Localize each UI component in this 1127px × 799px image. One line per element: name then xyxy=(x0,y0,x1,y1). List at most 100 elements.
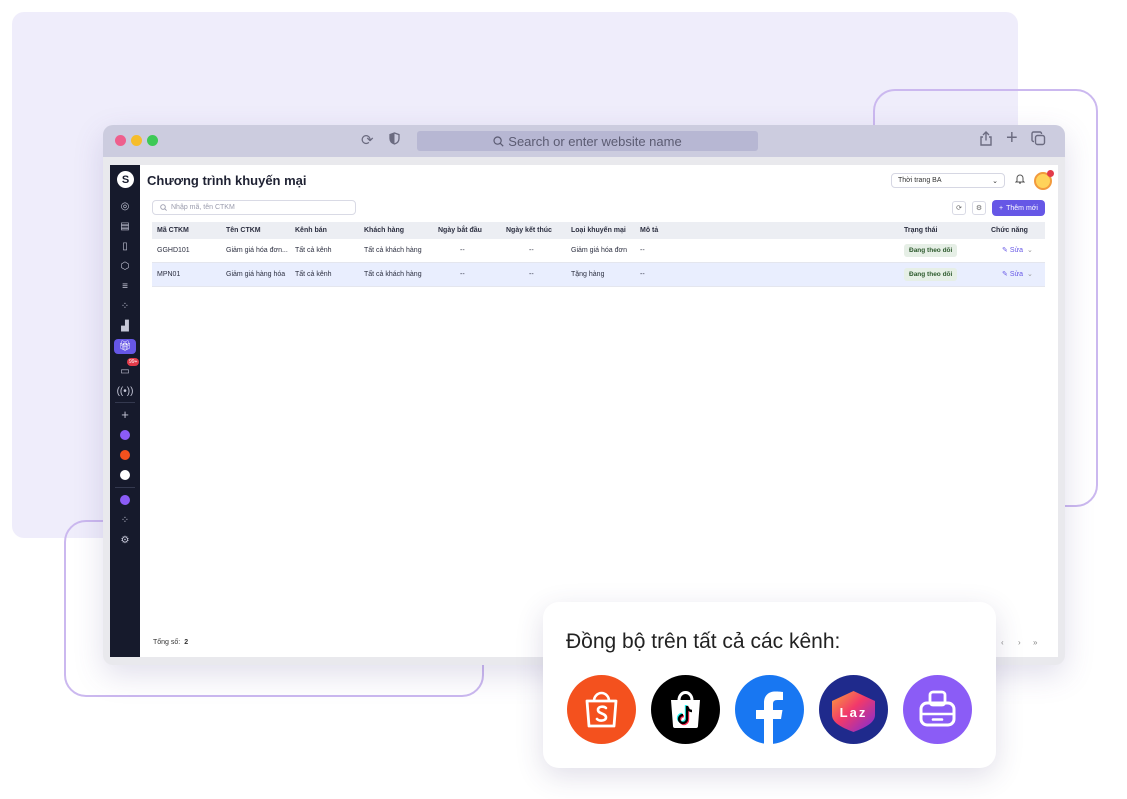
browser-window: ⟳ Search or enter website name + S ◎ ▤ ▯… xyxy=(103,125,1065,665)
gear-icon: ⚙ xyxy=(975,205,983,212)
column-header: Loại khuyến mại xyxy=(571,227,626,234)
refresh-button[interactable]: ⟳ xyxy=(952,201,966,215)
store-select-value: Thời trang BA xyxy=(898,177,942,184)
cell-start-date: -- xyxy=(460,247,465,254)
browser-titlebar: ⟳ Search or enter website name + xyxy=(103,125,1065,157)
total-count: Tổng số: 2 xyxy=(153,639,188,646)
cell-customer: Tất cả khách hàng xyxy=(364,247,422,254)
prev-page-button[interactable]: ‹ xyxy=(1001,638,1004,647)
column-header: Ngày kết thúc xyxy=(506,227,552,234)
sidebar-divider xyxy=(115,487,135,488)
apps-icon[interactable]: ⁘ xyxy=(110,511,140,529)
settings-button[interactable]: ⚙ xyxy=(972,201,986,215)
clipboard-icon[interactable]: ▤ xyxy=(110,217,140,235)
column-header: Tên CTKM xyxy=(226,227,261,234)
chevron-down-icon[interactable]: ⌄ xyxy=(1027,247,1033,254)
shield-icon[interactable] xyxy=(389,131,400,151)
status-badge: Đang theo dõi xyxy=(904,244,958,257)
next-page-button[interactable]: › xyxy=(1018,638,1021,647)
column-header: Mô tả xyxy=(640,227,659,234)
add-channel-icon[interactable]: + xyxy=(110,405,140,423)
cell-name: Giảm giá hàng hóa xyxy=(226,271,286,278)
grid-list-icon[interactable]: ⁘ xyxy=(110,297,140,315)
list-icon[interactable]: ≡ xyxy=(110,277,140,295)
document-icon[interactable]: ▯ xyxy=(110,237,140,255)
address-bar-placeholder: Search or enter website name xyxy=(508,133,682,149)
table-header: Mã CTKM Tên CTKM Kênh bán Khách hàng Ngà… xyxy=(152,222,1045,239)
notification-dot xyxy=(1047,170,1054,177)
pos-app-icon xyxy=(903,675,972,744)
column-header: Trạng thái xyxy=(904,227,938,234)
cell-channel: Tất cả kênh xyxy=(295,247,332,254)
cell-code: GGHD101 xyxy=(157,247,190,254)
minimize-window-button[interactable] xyxy=(131,135,142,146)
gift-icon[interactable]: 🎁︎ xyxy=(110,337,140,355)
status-badge: Đang theo dõi xyxy=(904,268,958,281)
cell-description: -- xyxy=(640,271,645,278)
bar-chart-icon[interactable]: ▟ xyxy=(110,317,140,335)
shopee-small-icon[interactable] xyxy=(110,446,140,464)
search-placeholder: Nhập mã, tên CTKM xyxy=(171,204,235,211)
total-value: 2 xyxy=(184,639,189,646)
cell-code: MPN01 xyxy=(157,271,181,278)
address-bar[interactable]: Search or enter website name xyxy=(417,131,758,151)
chevron-down-icon[interactable]: ⌄ xyxy=(1027,271,1033,278)
total-label: Tổng số: xyxy=(153,639,181,646)
store-select[interactable]: Thời trang BA ⌄ xyxy=(891,173,1005,188)
search-icon xyxy=(160,204,167,211)
broadcast-icon[interactable]: ((•)) xyxy=(110,382,140,400)
edit-button[interactable]: ✎ Sửa ⌄ xyxy=(1002,239,1033,262)
add-new-button[interactable]: + Thêm mới xyxy=(992,200,1045,216)
last-page-button[interactable]: » xyxy=(1033,638,1037,647)
plus-icon: + xyxy=(999,204,1004,212)
tiktok-small-icon[interactable] xyxy=(110,466,140,484)
table-row[interactable]: GGHD101 Giảm giá hóa đơn... Tất cả kênh … xyxy=(152,239,1045,263)
search-icon xyxy=(493,135,504,147)
facebook-icon xyxy=(735,675,804,744)
new-tab-icon[interactable]: + xyxy=(1006,128,1018,148)
box-icon[interactable]: ⬡ xyxy=(110,257,140,275)
bell-icon[interactable] xyxy=(1014,173,1026,187)
edit-button[interactable]: ✎ Sửa ⌄ xyxy=(1002,263,1033,286)
channel-purple-icon[interactable] xyxy=(110,426,140,444)
sidebar-divider xyxy=(115,402,135,403)
sync-channels-card: Đồng bộ trên tất cả các kênh: Laz xyxy=(543,602,996,768)
tabs-overview-icon[interactable] xyxy=(1031,131,1046,152)
cell-channel: Tất cả kênh xyxy=(295,271,332,278)
sync-title: Đồng bộ trên tất cả các kênh: xyxy=(566,630,841,653)
cell-end-date: -- xyxy=(529,247,534,254)
column-header: Chức năng xyxy=(991,227,1028,234)
chevron-down-icon: ⌄ xyxy=(992,177,998,185)
column-header: Kênh bán xyxy=(295,227,327,234)
edit-label: Sửa xyxy=(1009,271,1024,278)
search-input[interactable]: Nhập mã, tên CTKM xyxy=(152,200,356,215)
sidebar: S ◎ ▤ ▯ ⬡ ≡ ⁘ ▟ 🎁︎ ▭ 99+ ((•)) + ⁘ ⚙ xyxy=(110,165,140,657)
share-icon[interactable] xyxy=(979,131,993,152)
lazada-text: Laz xyxy=(840,705,868,720)
cell-type: Tặng hàng xyxy=(571,271,605,278)
refresh-icon: ⟳ xyxy=(956,205,962,212)
edit-label: Sửa xyxy=(1009,247,1024,254)
table-row[interactable]: MPN01 Giảm giá hàng hóa Tất cả kênh Tất … xyxy=(152,263,1045,287)
page-title: Chương trình khuyến mại xyxy=(147,173,307,188)
app-logo[interactable]: S xyxy=(117,171,134,188)
column-header: Ngày bắt đầu xyxy=(438,227,482,234)
integration-icon[interactable] xyxy=(110,491,140,509)
app-content: S ◎ ▤ ▯ ⬡ ≡ ⁘ ▟ 🎁︎ ▭ 99+ ((•)) + ⁘ ⚙ Chư… xyxy=(110,165,1058,657)
cell-customer: Tất cả khách hàng xyxy=(364,271,422,278)
cell-start-date: -- xyxy=(460,271,465,278)
reload-icon[interactable]: ⟳ xyxy=(361,131,374,151)
settings-icon[interactable]: ⚙ xyxy=(110,531,140,549)
cell-end-date: -- xyxy=(529,271,534,278)
cell-type: Giảm giá hóa đơn xyxy=(571,247,627,254)
tiktok-shop-icon xyxy=(651,675,720,744)
shopee-icon xyxy=(567,675,636,744)
lazada-icon: Laz xyxy=(819,675,888,744)
maximize-window-button[interactable] xyxy=(147,135,158,146)
dashboard-icon[interactable]: ◎ xyxy=(110,197,140,215)
cell-name: Giảm giá hóa đơn... xyxy=(226,247,288,254)
close-window-button[interactable] xyxy=(115,135,126,146)
column-header: Mã CTKM xyxy=(157,227,189,234)
column-header: Khách hàng xyxy=(364,227,405,234)
add-new-label: Thêm mới xyxy=(1006,204,1038,212)
